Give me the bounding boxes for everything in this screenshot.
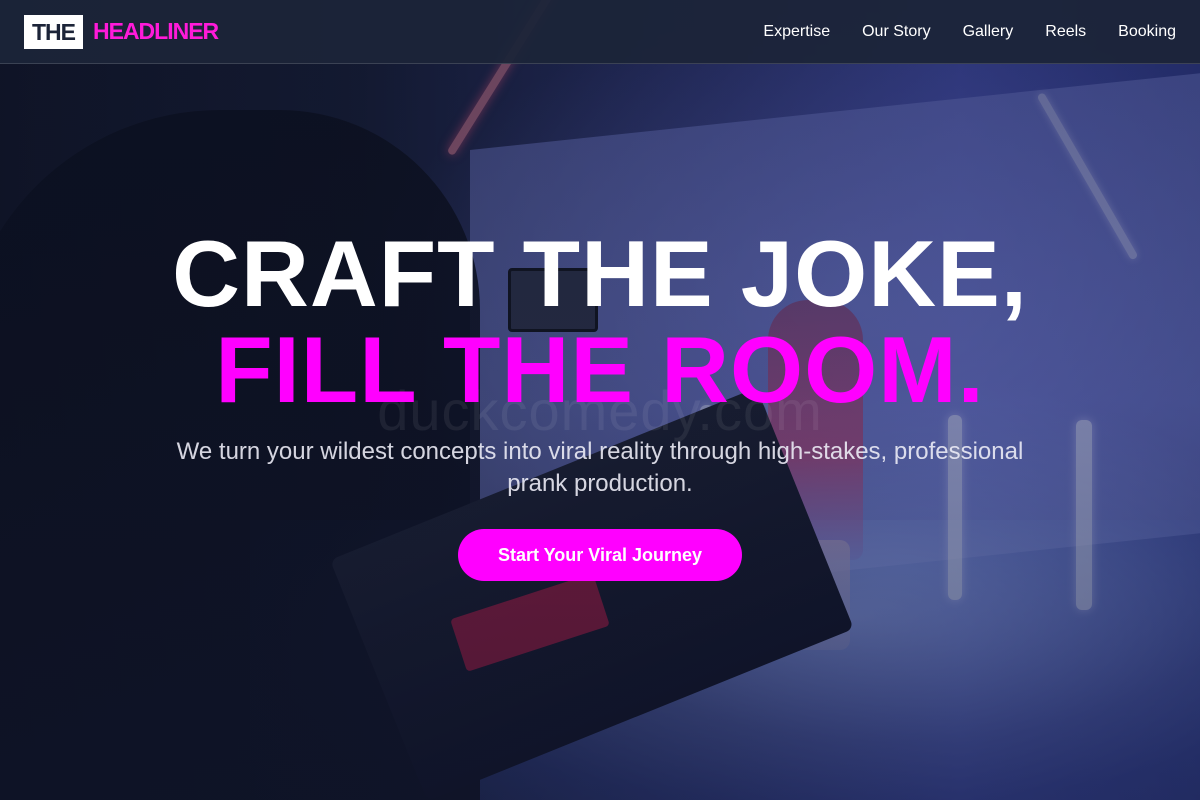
- hero-headline: CRAFT THE JOKE, FILL THE ROOM.: [0, 226, 1200, 418]
- top-navbar: THE HEADLINER Expertise Our Story Galler…: [0, 0, 1200, 64]
- nav-link-our-story[interactable]: Our Story: [862, 23, 930, 41]
- nav-link-gallery[interactable]: Gallery: [963, 23, 1014, 41]
- site-logo[interactable]: THE HEADLINER: [24, 14, 219, 49]
- headline-line-2: FILL THE ROOM.: [215, 317, 985, 422]
- logo-box: THE: [24, 14, 83, 49]
- logo-text: HEADLINER: [93, 18, 219, 44]
- start-viral-journey-button[interactable]: Start Your Viral Journey: [457, 529, 743, 581]
- nav-link-expertise[interactable]: Expertise: [763, 23, 830, 41]
- hero-content: CRAFT THE JOKE, FILL THE ROOM. We turn y…: [0, 226, 1200, 581]
- hero-subtitle: We turn your wildest concepts into viral…: [176, 438, 1024, 497]
- main-nav: Expertise Our Story Gallery Reels Bookin…: [763, 23, 1176, 41]
- nav-link-booking[interactable]: Booking: [1118, 23, 1176, 41]
- headline-line-1: CRAFT THE JOKE,: [172, 221, 1028, 326]
- nav-link-reels[interactable]: Reels: [1045, 23, 1086, 41]
